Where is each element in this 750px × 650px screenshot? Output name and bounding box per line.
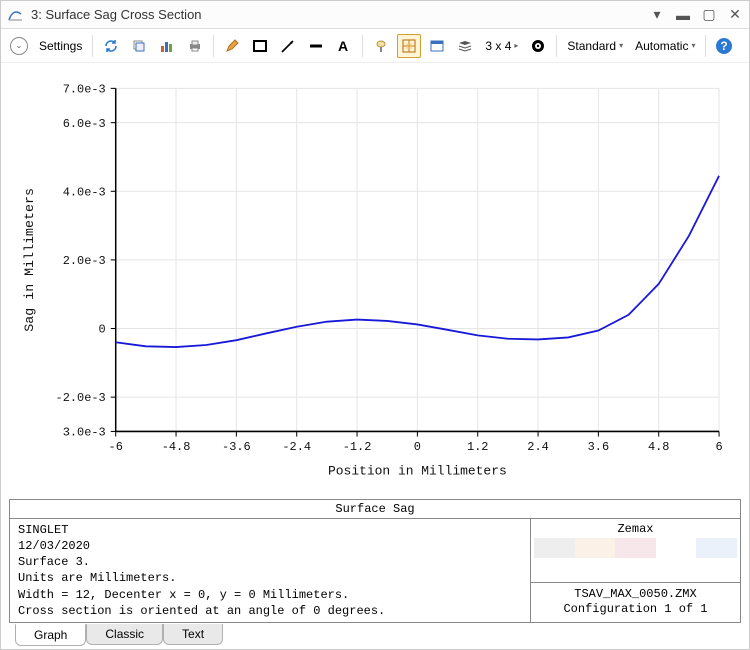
config-label: Configuration 1 of 1	[537, 602, 734, 618]
minimize-icon[interactable]: ▬	[675, 7, 691, 23]
filename-label: TSAV_MAX_0050.ZMX	[537, 587, 734, 603]
window-icon[interactable]	[425, 34, 449, 58]
svg-text:Sag in Millimeters: Sag in Millimeters	[22, 188, 37, 332]
svg-text:2.0e-3: 2.0e-3	[63, 254, 106, 268]
standard-dropdown[interactable]: Standard ▾	[563, 39, 627, 53]
line-icon[interactable]	[304, 34, 328, 58]
svg-text:4.0e-3: 4.0e-3	[63, 185, 106, 199]
svg-text:4.8: 4.8	[648, 440, 670, 454]
window-controls: ▾ ▬ ▢ ✕	[649, 6, 743, 23]
svg-text:0: 0	[99, 322, 106, 336]
target-icon[interactable]	[526, 34, 550, 58]
grid-toggle-icon[interactable]	[397, 34, 421, 58]
svg-text:6.0e-3: 6.0e-3	[63, 117, 106, 131]
brand-label: Zemax	[534, 522, 737, 536]
info-panel: Surface Sag SINGLET12/03/2020Surface 3.U…	[9, 499, 741, 623]
refresh-icon[interactable]	[99, 34, 123, 58]
text-tool-icon[interactable]: A	[332, 34, 356, 58]
rectangle-icon[interactable]	[248, 34, 272, 58]
tab-classic[interactable]: Classic	[86, 624, 163, 645]
window-title: 3: Surface Sag Cross Section	[31, 7, 649, 22]
svg-text:-2.4: -2.4	[282, 440, 311, 454]
info-title: Surface Sag	[10, 500, 740, 519]
chart-area[interactable]: -6 -4.8 -3.6 -2.4 -1.2 0 1.2 2.4 3.6 4.8 6 3.0e-3 -2…	[1, 63, 749, 493]
settings-button[interactable]: Settings	[35, 39, 86, 53]
chart-icon[interactable]	[155, 34, 179, 58]
sag-chart: -6 -4.8 -3.6 -2.4 -1.2 0 1.2 2.4 3.6 4.8 6 3.0e-3 -2…	[11, 73, 739, 493]
tab-graph[interactable]: Graph	[15, 624, 86, 646]
svg-text:6: 6	[715, 440, 722, 454]
titlebar: 3: Surface Sag Cross Section ▾ ▬ ▢ ✕	[1, 1, 749, 29]
pencil-icon[interactable]	[220, 34, 244, 58]
file-config-box: TSAV_MAX_0050.ZMX Configuration 1 of 1	[531, 583, 740, 622]
grid-size-label[interactable]: 3 x 4 ▸	[481, 39, 522, 53]
copy-icon[interactable]	[127, 34, 151, 58]
svg-text:0: 0	[414, 440, 421, 454]
print-icon[interactable]	[183, 34, 207, 58]
info-text: SINGLET12/03/2020Surface 3.Units are Mil…	[10, 519, 530, 622]
svg-text:-6: -6	[109, 440, 123, 454]
svg-text:-1.2: -1.2	[343, 440, 372, 454]
svg-text:3.6: 3.6	[588, 440, 610, 454]
svg-text:7.0e-3: 7.0e-3	[63, 82, 106, 96]
automatic-dropdown[interactable]: Automatic ▾	[631, 39, 699, 53]
svg-text:2.4: 2.4	[527, 440, 549, 454]
layers-icon[interactable]	[453, 34, 477, 58]
close-icon[interactable]: ✕	[727, 6, 743, 23]
dropdown-icon[interactable]: ▾	[649, 6, 665, 23]
brand-box: Zemax	[531, 519, 740, 583]
arrow-icon[interactable]	[276, 34, 300, 58]
svg-text:-3.6: -3.6	[222, 440, 251, 454]
toolbar: ⌄ Settings A 3 x 4 ▸ Standard ▾ Automati…	[1, 29, 749, 63]
help-icon[interactable]: ?	[712, 34, 736, 58]
expand-button[interactable]: ⌄	[7, 34, 31, 58]
maximize-icon[interactable]: ▢	[701, 6, 717, 23]
svg-text:1.2: 1.2	[467, 440, 489, 454]
svg-text:?: ?	[721, 39, 728, 53]
zoom-icon[interactable]	[369, 34, 393, 58]
brand-band	[534, 538, 737, 558]
svg-text:-4.8: -4.8	[162, 440, 191, 454]
app-icon	[7, 6, 25, 24]
tab-bar: GraphClassicText	[1, 625, 749, 649]
tab-text[interactable]: Text	[163, 624, 223, 645]
svg-text:-2.0e-3: -2.0e-3	[56, 391, 106, 405]
svg-text:3.0e-3: 3.0e-3	[63, 425, 106, 439]
svg-text:A: A	[338, 38, 348, 54]
svg-text:Position in Millimeters: Position in Millimeters	[328, 463, 507, 478]
